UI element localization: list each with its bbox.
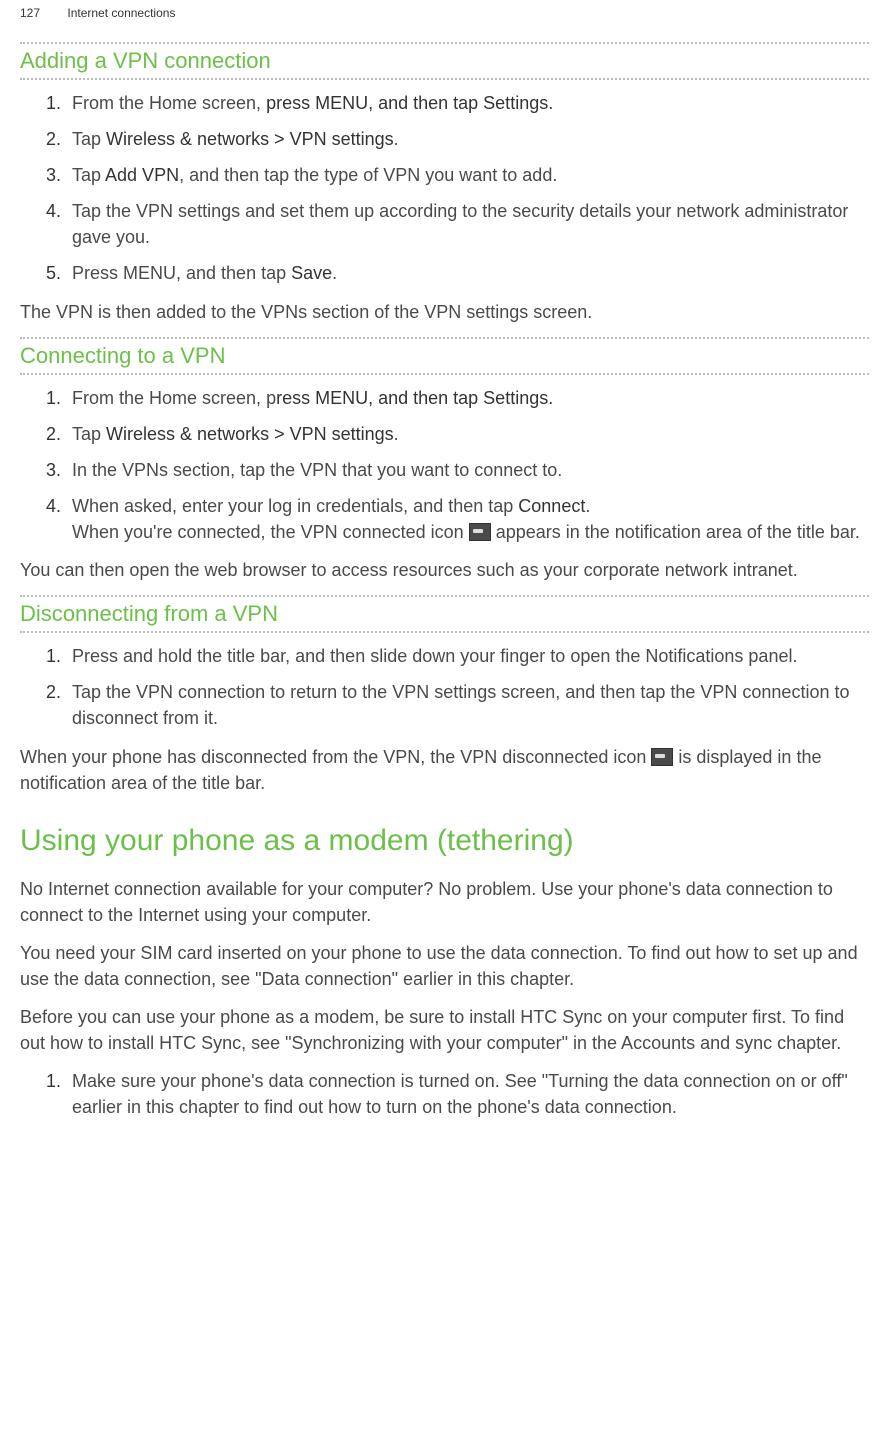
s2-after: You can then open the web browser to acc…	[20, 557, 869, 583]
s4-p2: You need your SIM card inserted on your …	[20, 940, 869, 992]
s1-step2: Tap Wireless & networks > VPN settings.	[66, 126, 869, 152]
s3-step1: Press and hold the title bar, and then s…	[66, 643, 869, 669]
page-header: 127 Internet connections	[20, 0, 869, 40]
vpn-disconnected-icon	[651, 748, 673, 766]
s4-p3: Before you can use your phone as a modem…	[20, 1004, 869, 1056]
s1-step1: From the Home screen, press MENU, and th…	[66, 90, 869, 116]
s3-after: When your phone has disconnected from th…	[20, 744, 869, 796]
heading-disconnecting-vpn: Disconnecting from a VPN	[20, 595, 869, 633]
heading-adding-vpn: Adding a VPN connection	[20, 42, 869, 80]
s4-step1: Make sure your phone's data connection i…	[66, 1068, 869, 1120]
s1-after: The VPN is then added to the VPNs sectio…	[20, 299, 869, 325]
s2-step4: When asked, enter your log in credential…	[66, 493, 869, 545]
s1-step5: Press MENU, and then tap Save.	[66, 260, 869, 286]
s4-p1: No Internet connection available for you…	[20, 876, 869, 928]
s2-step1: From the Home screen, press MENU, and th…	[66, 385, 869, 411]
s2-step3: In the VPNs section, tap the VPN that yo…	[66, 457, 869, 483]
s2-step2: Tap Wireless & networks > VPN settings.	[66, 421, 869, 447]
chapter-title: Internet connections	[67, 6, 175, 20]
s1-step4: Tap the VPN settings and set them up acc…	[66, 198, 869, 250]
vpn-connected-icon	[469, 523, 491, 541]
s1-step3: Tap Add VPN, and then tap the type of VP…	[66, 162, 869, 188]
s3-step2: Tap the VPN connection to return to the …	[66, 679, 869, 731]
heading-connecting-vpn: Connecting to a VPN	[20, 337, 869, 375]
heading-tethering: Using your phone as a modem (tethering)	[20, 824, 869, 858]
page-number: 127	[20, 6, 40, 20]
